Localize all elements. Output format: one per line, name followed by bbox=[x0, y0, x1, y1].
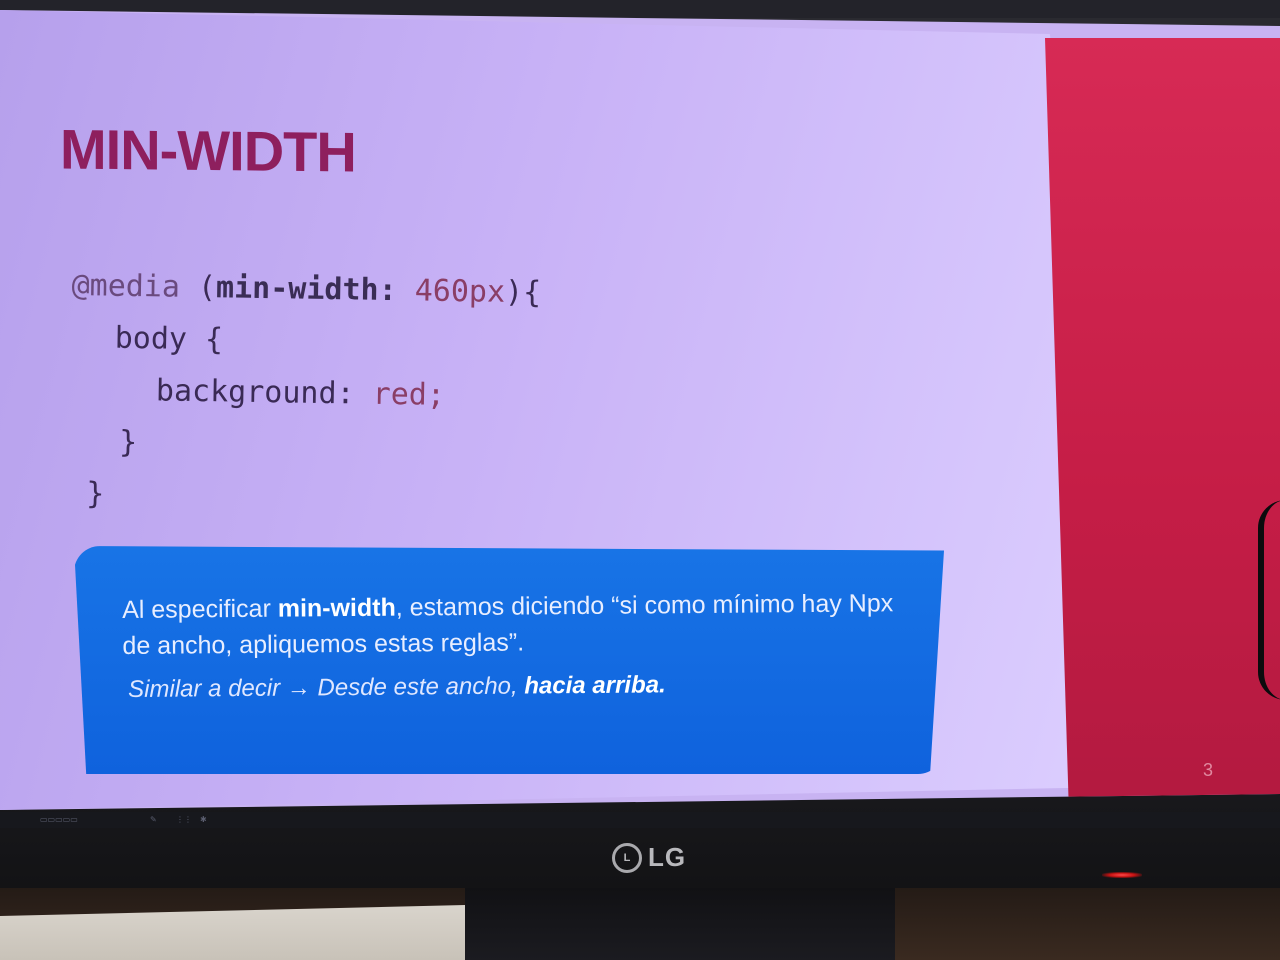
code-at-rule: @media bbox=[71, 267, 181, 305]
callout-summary-text: Similar a decir → Desde este ancho, bbox=[128, 672, 525, 703]
monitor-stand bbox=[465, 888, 895, 960]
presentation-slide: MIN-WIDTH @media (min-width: 460px){ bod… bbox=[0, 10, 1160, 810]
callout-summary: Similar a decir → Desde este ancho, haci… bbox=[128, 669, 908, 704]
slide-side-panel bbox=[1045, 38, 1280, 798]
callout-keyword: min-width bbox=[277, 593, 396, 623]
gear-icon[interactable]: ✱ bbox=[200, 815, 207, 824]
grid-icon[interactable]: ⋮⋮ bbox=[176, 815, 192, 824]
code-line-close-media: } bbox=[86, 476, 105, 512]
presenter-toolbar: ▭▭▭▭▭ ✎ ⋮⋮ ✱ bbox=[0, 812, 1280, 828]
callout-paragraph: Al especificar min-width, estamos dicien… bbox=[122, 585, 903, 664]
code-breakpoint-value: 460px bbox=[396, 273, 506, 310]
code-paren-close: ){ bbox=[504, 274, 542, 311]
slide-title: MIN-WIDTH bbox=[60, 117, 356, 184]
code-line-close-rule: } bbox=[118, 424, 138, 461]
cable bbox=[1258, 500, 1280, 700]
code-line-media: @media (min-width: 460px){ bbox=[71, 260, 541, 319]
lg-emblem-icon: L bbox=[612, 842, 642, 873]
power-led-icon bbox=[1102, 872, 1142, 878]
code-line-declaration: background: red; bbox=[70, 364, 540, 423]
toolbar-label: ▭▭▭▭▭ bbox=[40, 815, 78, 824]
pen-icon[interactable]: ✎ bbox=[150, 815, 157, 824]
callout-summary-emphasis: hacia arriba. bbox=[524, 671, 666, 700]
monitor-screen: MIN-WIDTH @media (min-width: 460px){ bod… bbox=[0, 10, 1280, 810]
callout-text-a: Al especificar bbox=[122, 594, 278, 624]
code-paren-open: ( bbox=[179, 269, 217, 306]
code-media-feature: min-width: bbox=[215, 270, 397, 309]
code-block: @media (min-width: 460px){ body { backgr… bbox=[68, 260, 542, 527]
slide-page-number: 3 bbox=[1203, 760, 1214, 780]
code-property: background: bbox=[155, 373, 355, 412]
callout-box: Al especificar min-width, estamos dicien… bbox=[74, 546, 944, 774]
code-property-value: red; bbox=[354, 376, 446, 413]
monitor-logo: L LG bbox=[612, 842, 686, 873]
code-line-selector: body { bbox=[114, 320, 224, 358]
monitor-brand: LG bbox=[648, 842, 687, 872]
